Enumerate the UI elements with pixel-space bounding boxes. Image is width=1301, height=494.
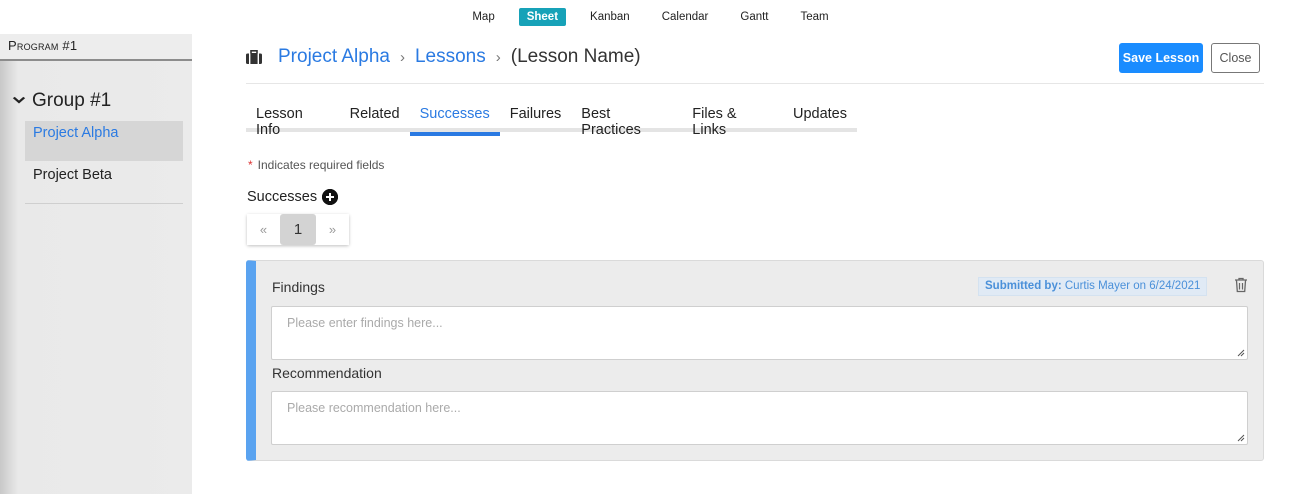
tab-updates[interactable]: Updates [783,104,857,132]
program-header[interactable]: Program #1 [0,34,192,61]
sidebar-divider [25,203,183,204]
findings-textarea[interactable]: Please enter findings here... [271,306,1248,360]
successes-label: Successes [247,189,318,205]
program-title: Program #1 [8,38,78,53]
recommendation-label: Recommendation [272,365,382,381]
required-fields-note: * Indicates required fields [248,158,384,172]
header-divider [246,83,1264,84]
success-entry-card: Findings Submitted by: Curtis Mayer on 6… [246,260,1264,461]
resize-grip-icon[interactable] [1237,349,1245,357]
submitted-by-prefix: Submitted by: [985,280,1062,292]
nav-calendar[interactable]: Calendar [654,8,717,26]
sidebar-item-project-alpha[interactable]: Project Alpha [25,121,183,161]
breadcrumb-lessons-link[interactable]: Lessons [415,46,486,68]
group-label: Group #1 [32,90,112,111]
submitted-by-badge: Submitted by: Curtis Mayer on 6/24/2021 [978,277,1208,296]
pagination-next[interactable]: » [316,214,349,245]
tab-successes[interactable]: Successes [409,104,500,136]
recommendation-textarea[interactable]: Please recommendation here... [271,391,1248,445]
nav-sheet[interactable]: Sheet [518,8,567,26]
findings-label: Findings [272,279,325,295]
breadcrumb-separator: › [495,48,501,66]
top-nav: Map Sheet Kanban Calendar Gantt Team [0,0,1301,34]
required-note-text: Indicates required fields [257,158,385,172]
tab-files-links[interactable]: Files & Links [682,104,783,138]
nav-gantt[interactable]: Gantt [732,8,776,26]
group-toggle[interactable]: Group #1 [12,90,112,112]
close-button[interactable]: Close [1211,43,1260,73]
pagination-page[interactable]: 1 [280,214,316,245]
nav-team[interactable]: Team [793,8,837,26]
breadcrumb-separator: › [399,48,405,66]
pagination-prev[interactable]: « [247,214,280,245]
breadcrumb: Project Alpha › Lessons › (Lesson Name) [246,46,641,68]
lesson-tabs: Lesson Info Related Successes Failures B… [246,104,857,138]
briefcase-icon [246,50,262,64]
successes-section-header: Successes [247,189,339,205]
required-marker: * [248,158,253,172]
findings-placeholder: Please enter findings here... [287,316,443,330]
resize-grip-icon[interactable] [1237,434,1245,442]
breadcrumb-current: (Lesson Name) [510,46,641,67]
save-lesson-button[interactable]: Save Lesson [1119,43,1203,73]
trash-icon[interactable] [1234,277,1248,293]
tab-failures[interactable]: Failures [500,104,572,132]
breadcrumb-project-link[interactable]: Project Alpha [278,46,390,68]
tab-related[interactable]: Related [340,104,410,132]
recommendation-placeholder: Please recommendation here... [287,401,461,415]
pagination: « 1 » [247,214,349,245]
nav-map[interactable]: Map [464,8,502,26]
sidebar: Program #1 Group #1 Project Alpha Projec… [0,34,192,494]
chevron-down-icon [12,95,26,107]
tab-best-practices[interactable]: Best Practices [571,104,682,138]
nav-kanban[interactable]: Kanban [582,8,638,26]
plus-circle-icon[interactable] [322,189,339,205]
submitted-by-text: Curtis Mayer on 6/24/2021 [1064,280,1201,292]
tab-lesson-info[interactable]: Lesson Info [246,104,340,138]
sidebar-item-project-beta[interactable]: Project Beta [25,163,183,203]
